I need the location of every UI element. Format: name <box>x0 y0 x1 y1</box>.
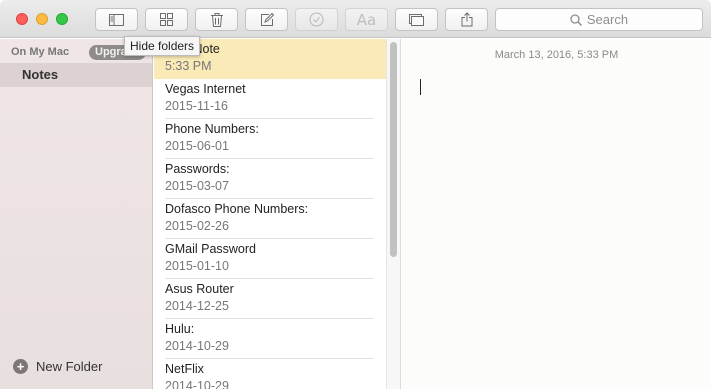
note-title: Phone Numbers: <box>165 122 259 136</box>
note-title: Vegas Internet <box>165 82 246 96</box>
account-header: On My Mac <box>11 46 70 58</box>
notes-window: Aa Search Hide folders On My Mac Upgrade… <box>0 0 711 389</box>
note-date: 2015-03-07 <box>165 179 229 193</box>
note-timestamp: March 13, 2016, 5:33 PM <box>494 49 619 61</box>
attachments-grid-icon <box>160 13 173 26</box>
delete-note-button[interactable] <box>195 8 238 31</box>
note-date: 2014-10-29 <box>165 339 229 353</box>
note-date: 2015-11-16 <box>165 99 229 113</box>
gallery-view-button[interactable] <box>395 8 438 31</box>
maximize-window-button[interactable] <box>56 13 68 25</box>
list-item[interactable]: Passwords: 2015-03-07 <box>154 159 386 199</box>
list-item[interactable]: Vegas Internet 2015-11-16 <box>154 79 386 119</box>
search-icon <box>570 13 582 26</box>
checkmark-icon <box>309 12 324 27</box>
list-item[interactable]: Phone Numbers: 2015-06-01 <box>154 119 386 159</box>
sidebar-item-notes[interactable]: Notes <box>0 63 152 87</box>
compose-icon <box>260 12 274 26</box>
note-editor[interactable]: March 13, 2016, 5:33 PM <box>402 39 711 389</box>
format-button[interactable]: Aa <box>345 8 388 31</box>
note-date: 2015-06-01 <box>165 139 229 153</box>
note-title: GMail Password <box>165 242 256 256</box>
list-item[interactable]: Hulu: 2014-10-29 <box>154 319 386 359</box>
trash-icon <box>210 12 223 27</box>
new-folder-label: New Folder <box>36 359 103 374</box>
note-date: 2014-12-25 <box>165 299 229 313</box>
search-field[interactable]: Search <box>495 8 703 31</box>
sidebar-icon <box>109 13 124 26</box>
note-title: Dofasco Phone Numbers: <box>165 202 309 216</box>
tooltip: Hide folders <box>124 36 201 56</box>
share-icon <box>461 12 472 27</box>
share-button[interactable] <box>445 8 488 31</box>
list-item[interactable]: Asus Router 2014-12-25 <box>154 279 386 319</box>
new-note-button[interactable] <box>245 8 288 31</box>
minimize-window-button[interactable] <box>36 13 48 25</box>
folders-sidebar: On My Mac Upgrade Notes + New Folder <box>0 39 153 389</box>
close-window-button[interactable] <box>16 13 28 25</box>
new-folder-button[interactable]: + New Folder <box>13 359 102 374</box>
toggle-folders-button[interactable] <box>95 8 138 31</box>
text-cursor <box>420 79 421 95</box>
gallery-icon <box>409 13 424 26</box>
list-item[interactable]: NetFlix 2014-10-29 <box>154 359 386 389</box>
toolbar: Aa Search <box>0 0 711 38</box>
list-item[interactable]: GMail Password 2015-01-10 <box>154 239 386 279</box>
checklist-button[interactable] <box>295 8 338 31</box>
notes-list-scrollbar[interactable] <box>386 39 401 389</box>
note-title: Hulu: <box>165 322 195 336</box>
note-date: 5:33 PM <box>165 59 212 73</box>
note-title: Passwords: <box>165 162 230 176</box>
note-date: 2014-10-29 <box>165 379 229 389</box>
font-icon: Aa <box>356 10 377 29</box>
note-title: NetFlix <box>165 362 204 376</box>
note-date: 2015-01-10 <box>165 259 229 273</box>
list-item[interactable]: Dofasco Phone Numbers: 2015-02-26 <box>154 199 386 239</box>
scrollbar-thumb[interactable] <box>390 42 397 257</box>
attachments-browser-button[interactable] <box>145 8 188 31</box>
notes-list: New Note 5:33 PM Vegas Internet 2015-11-… <box>154 39 386 389</box>
note-title: Asus Router <box>165 282 234 296</box>
note-date: 2015-02-26 <box>165 219 229 233</box>
plus-icon: + <box>13 359 28 374</box>
search-placeholder: Search <box>586 12 629 27</box>
